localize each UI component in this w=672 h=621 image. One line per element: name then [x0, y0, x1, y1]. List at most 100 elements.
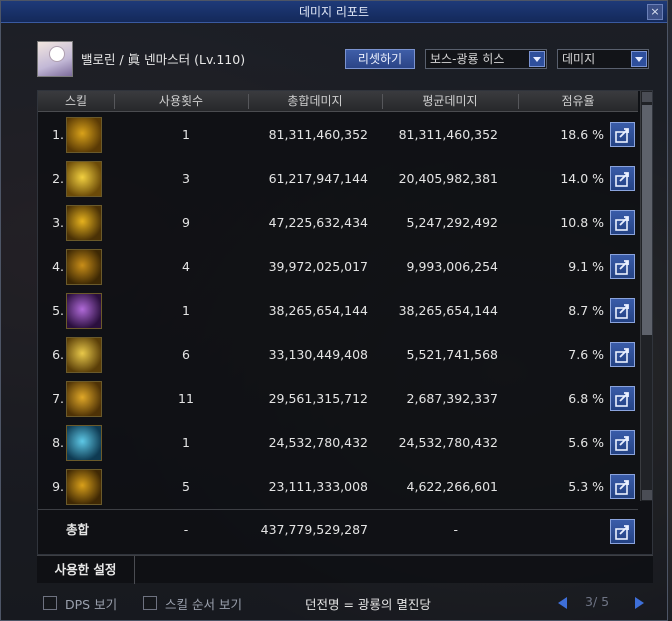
target-select-value: 보스-광룡 히스	[430, 52, 505, 66]
skill-icon-1	[66, 117, 102, 153]
table-row: 7. 11 29,561,315,712 2,687,392,337 6.8 %	[38, 377, 638, 421]
table-row: 2. 3 61,217,947,144 20,405,982,381 14.0 …	[38, 157, 638, 201]
row-index: 1.	[52, 127, 64, 142]
col-skill: 스킬	[64, 94, 88, 108]
row-share: 9.1 %	[568, 259, 604, 274]
mode-select[interactable]: 데미지	[557, 49, 649, 69]
row-share-button[interactable]	[610, 430, 635, 455]
total-avg: -	[453, 522, 458, 537]
row-count: 3	[182, 171, 190, 186]
skill-icon-8	[66, 425, 102, 461]
col-share: 점유율	[561, 94, 595, 108]
skill-icon-5	[66, 293, 102, 329]
row-share-button[interactable]	[610, 254, 635, 279]
row-count: 11	[178, 391, 194, 406]
share-icon	[615, 436, 629, 451]
next-page-icon[interactable]	[631, 595, 647, 611]
row-count: 5	[182, 479, 190, 494]
share-icon	[615, 348, 629, 363]
share-icon	[615, 128, 629, 143]
row-avg-damage: 2,687,392,337	[406, 391, 498, 406]
row-total-damage: 47,225,632,434	[268, 215, 368, 230]
skill-icon-3	[66, 205, 102, 241]
table-row: 9. 5 23,111,333,008 4,622,266,601 5.3 %	[38, 465, 638, 509]
total-damage: 437,779,529,287	[260, 522, 368, 537]
row-count: 4	[182, 259, 190, 274]
share-icon	[615, 216, 629, 231]
pager: 3/ 5	[549, 593, 649, 613]
row-index: 3.	[52, 215, 64, 230]
window-title: 데미지 리포트	[298, 5, 370, 19]
row-total-damage: 23,111,333,008	[268, 479, 368, 494]
skill-icon-6	[66, 337, 102, 373]
row-index: 9.	[52, 479, 64, 494]
row-avg-damage: 81,311,460,352	[398, 127, 498, 142]
row-total-damage: 24,532,780,432	[268, 435, 368, 450]
row-avg-damage: 9,993,006,254	[406, 259, 498, 274]
share-icon	[615, 172, 629, 187]
skill-icon-9	[66, 469, 102, 505]
row-share-button[interactable]	[610, 122, 635, 147]
report-header: 밸로린 / 眞 넨마스터 (Lv.110) 리셋하기 보스-광룡 히스 데미지	[37, 37, 657, 79]
scroll-thumb[interactable]	[642, 105, 652, 335]
share-icon	[615, 392, 629, 407]
chevron-down-icon[interactable]	[529, 51, 545, 67]
row-total-damage: 81,311,460,352	[268, 127, 368, 142]
report-footer: DPS 보기 스킬 순서 보기 던전명 = 광룡의 멸진당 3/ 5	[37, 591, 657, 617]
row-share: 7.6 %	[568, 347, 604, 362]
used-settings-tab[interactable]: 사용한 설정	[37, 556, 135, 584]
mode-select-value: 데미지	[562, 52, 596, 66]
table-row: 1. 1 81,311,460,352 81,311,460,352 18.6 …	[38, 113, 638, 157]
skill-damage-table: 스킬 사용횟수 총합데미지 평균데미지 점유율 1. 1 81,311,460,…	[37, 90, 653, 555]
share-icon	[615, 480, 629, 495]
target-select[interactable]: 보스-광룡 히스	[425, 49, 547, 69]
row-share-button[interactable]	[610, 298, 635, 323]
share-icon	[615, 304, 629, 319]
row-total-damage: 29,561,315,712	[268, 391, 368, 406]
row-index: 6.	[52, 347, 64, 362]
row-share: 14.0 %	[560, 171, 604, 186]
scrollbar[interactable]	[640, 91, 652, 501]
row-index: 7.	[52, 391, 64, 406]
row-share-button[interactable]	[610, 210, 635, 235]
row-count: 1	[182, 127, 190, 142]
total-row: 총합 - 437,779,529,287 -	[38, 509, 638, 553]
skill-icon-2	[66, 161, 102, 197]
row-total-damage: 39,972,025,017	[268, 259, 368, 274]
row-count: 9	[182, 215, 190, 230]
row-share-button[interactable]	[610, 474, 635, 499]
chevron-down-icon[interactable]	[631, 51, 647, 67]
row-share-button[interactable]	[610, 166, 635, 191]
dungeon-name: 던전명 = 광룡의 멸진당	[305, 597, 431, 612]
row-avg-damage: 5,247,292,492	[406, 215, 498, 230]
table-row: 6. 6 33,130,449,408 5,521,741,568 7.6 %	[38, 333, 638, 377]
table-row: 5. 1 38,265,654,144 38,265,654,144 8.7 %	[38, 289, 638, 333]
row-share: 18.6 %	[560, 127, 604, 142]
row-share-button[interactable]	[610, 342, 635, 367]
row-index: 8.	[52, 435, 64, 450]
row-avg-damage: 4,622,266,601	[406, 479, 498, 494]
close-button[interactable]: ×	[647, 4, 663, 20]
dps-view-label: DPS 보기	[65, 597, 118, 612]
skill-order-label: 스킬 순서 보기	[165, 597, 242, 612]
dps-view-checkbox[interactable]	[43, 596, 57, 610]
table-row: 3. 9 47,225,632,434 5,247,292,492 10.8 %	[38, 201, 638, 245]
prev-page-icon[interactable]	[555, 595, 571, 611]
scroll-down-icon[interactable]	[642, 490, 652, 500]
row-share: 6.8 %	[568, 391, 604, 406]
reset-button[interactable]: 리셋하기	[345, 49, 415, 69]
row-avg-damage: 38,265,654,144	[398, 303, 498, 318]
total-share-button[interactable]	[610, 519, 635, 544]
row-share: 8.7 %	[568, 303, 604, 318]
col-avg: 평균데미지	[422, 94, 478, 108]
skill-order-checkbox[interactable]	[143, 596, 157, 610]
settings-bar: 사용한 설정	[37, 555, 653, 584]
character-avatar	[37, 41, 73, 77]
row-share-button[interactable]	[610, 386, 635, 411]
row-total-damage: 61,217,947,144	[268, 171, 368, 186]
window-titlebar[interactable]: 데미지 리포트 ×	[1, 1, 667, 23]
row-count: 1	[182, 303, 190, 318]
scroll-up-icon[interactable]	[642, 92, 652, 102]
share-icon	[615, 525, 629, 540]
row-index: 5.	[52, 303, 64, 318]
